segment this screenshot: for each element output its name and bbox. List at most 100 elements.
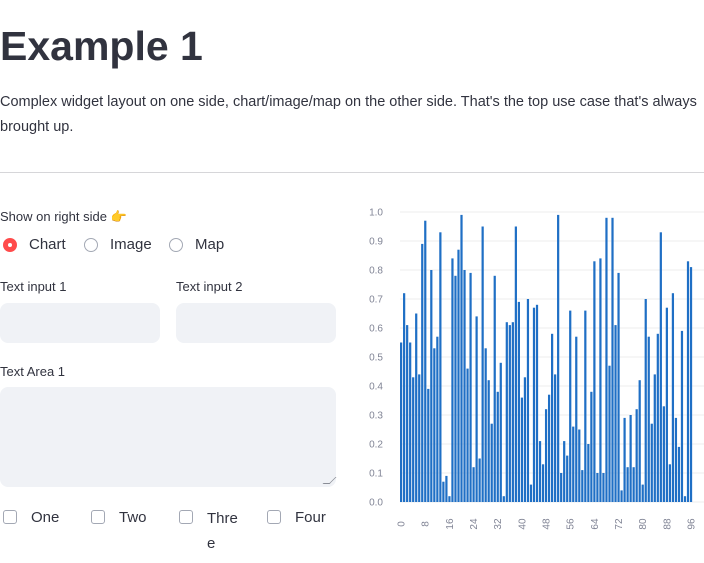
bar xyxy=(424,220,427,502)
x-tick-label: 16 xyxy=(445,518,456,530)
bar xyxy=(460,214,463,502)
divider xyxy=(0,172,704,173)
radio-indicator xyxy=(169,237,183,252)
page-description: Complex widget layout on one side, chart… xyxy=(0,94,697,135)
y-tick-label: 1.0 xyxy=(369,208,383,219)
bar xyxy=(686,261,690,502)
y-tick-label: 0.2 xyxy=(369,440,383,451)
y-tick-label: 0.3 xyxy=(369,411,383,422)
bar xyxy=(554,374,557,502)
checkbox-box xyxy=(91,510,105,524)
bar xyxy=(496,391,499,502)
bar xyxy=(683,496,687,502)
bar xyxy=(578,429,581,502)
bar xyxy=(466,368,469,502)
y-tick-label: 0.1 xyxy=(369,469,383,480)
bar xyxy=(587,444,590,502)
checkbox-two[interactable]: Two xyxy=(91,508,147,528)
checkbox-one[interactable]: One xyxy=(3,508,59,528)
bar xyxy=(535,304,539,502)
bar xyxy=(641,484,644,502)
bar xyxy=(529,484,533,502)
text-area-1-label: Text Area 1 xyxy=(0,364,66,379)
bar xyxy=(406,325,409,502)
bar xyxy=(665,307,668,502)
x-tick-label: 48 xyxy=(541,518,552,530)
bar xyxy=(493,275,496,502)
bar-chart: 0.0 0.1 0.2 0.3 0.4 0.5 0.6 0.7 0.8 0.9 1.0 0 8 16 24 3… xyxy=(369,208,704,530)
resize-grip-icon[interactable] xyxy=(322,477,337,484)
x-tick-label: 80 xyxy=(638,518,649,530)
checkbox-label-one: One xyxy=(31,509,60,526)
radio-label-map: Map xyxy=(195,236,225,253)
radio-map[interactable]: Map xyxy=(169,236,224,253)
bar xyxy=(469,272,472,502)
checkbox-box xyxy=(3,510,17,524)
bar xyxy=(611,217,614,503)
bar xyxy=(605,217,608,503)
text-input-1[interactable] xyxy=(0,303,160,343)
radio-image[interactable]: Image xyxy=(84,236,152,253)
bar xyxy=(569,310,572,502)
bar xyxy=(593,261,596,502)
bar xyxy=(409,342,412,502)
bar xyxy=(590,391,593,502)
bar xyxy=(508,325,511,502)
bar xyxy=(511,322,514,502)
text-input-2-label: Text input 2 xyxy=(176,279,243,294)
radio-chart[interactable]: Chart xyxy=(3,236,66,253)
bar xyxy=(656,333,659,502)
bar xyxy=(484,348,487,502)
y-tick-label: 0.5 xyxy=(369,353,383,364)
x-tick-label: 0 xyxy=(397,521,408,527)
bar xyxy=(547,394,551,502)
y-tick-label: 0.4 xyxy=(369,382,383,393)
checkbox-four[interactable]: Four xyxy=(267,508,326,528)
bar xyxy=(418,374,421,502)
bar xyxy=(677,446,681,502)
checkbox-box xyxy=(267,510,281,524)
text-input-2[interactable] xyxy=(176,303,336,343)
bar xyxy=(427,388,430,502)
bar xyxy=(532,307,536,502)
y-tick-label: 0.6 xyxy=(369,324,383,335)
bar xyxy=(412,377,415,502)
bar xyxy=(617,272,620,502)
bar xyxy=(563,441,566,502)
bar xyxy=(689,267,693,502)
bar xyxy=(572,426,575,502)
bar xyxy=(433,348,436,502)
radio-group-label: Show on right side 👉 xyxy=(0,209,127,224)
bar xyxy=(448,496,451,502)
bar xyxy=(472,467,475,502)
bar xyxy=(635,409,638,502)
x-tick-label: 24 xyxy=(469,518,480,530)
bar xyxy=(514,226,517,502)
x-tick-label: 40 xyxy=(517,518,528,530)
bar xyxy=(614,325,617,502)
bar xyxy=(581,470,584,502)
bar xyxy=(445,475,448,502)
text-area-1[interactable] xyxy=(0,387,337,487)
bar xyxy=(560,473,563,502)
checkbox-three[interactable]: Three xyxy=(179,508,241,556)
bar xyxy=(566,455,569,502)
bar xyxy=(517,301,520,502)
radio-selected-indicator xyxy=(3,237,17,252)
radio-label-image: Image xyxy=(110,236,152,253)
page-title: Example 1 xyxy=(0,23,203,69)
checkbox-label-two: Two xyxy=(119,509,147,526)
checkbox-box xyxy=(179,510,193,524)
bar xyxy=(403,293,406,502)
bar xyxy=(632,467,635,502)
bar xyxy=(544,409,548,502)
bar xyxy=(523,377,527,502)
radio-label-chart: Chart xyxy=(29,236,66,253)
bar xyxy=(481,226,484,502)
x-tick-label: 88 xyxy=(662,518,673,530)
bar xyxy=(674,417,678,502)
bar xyxy=(502,496,505,502)
bar xyxy=(415,313,418,502)
bar xyxy=(421,243,424,502)
bar xyxy=(551,333,554,502)
